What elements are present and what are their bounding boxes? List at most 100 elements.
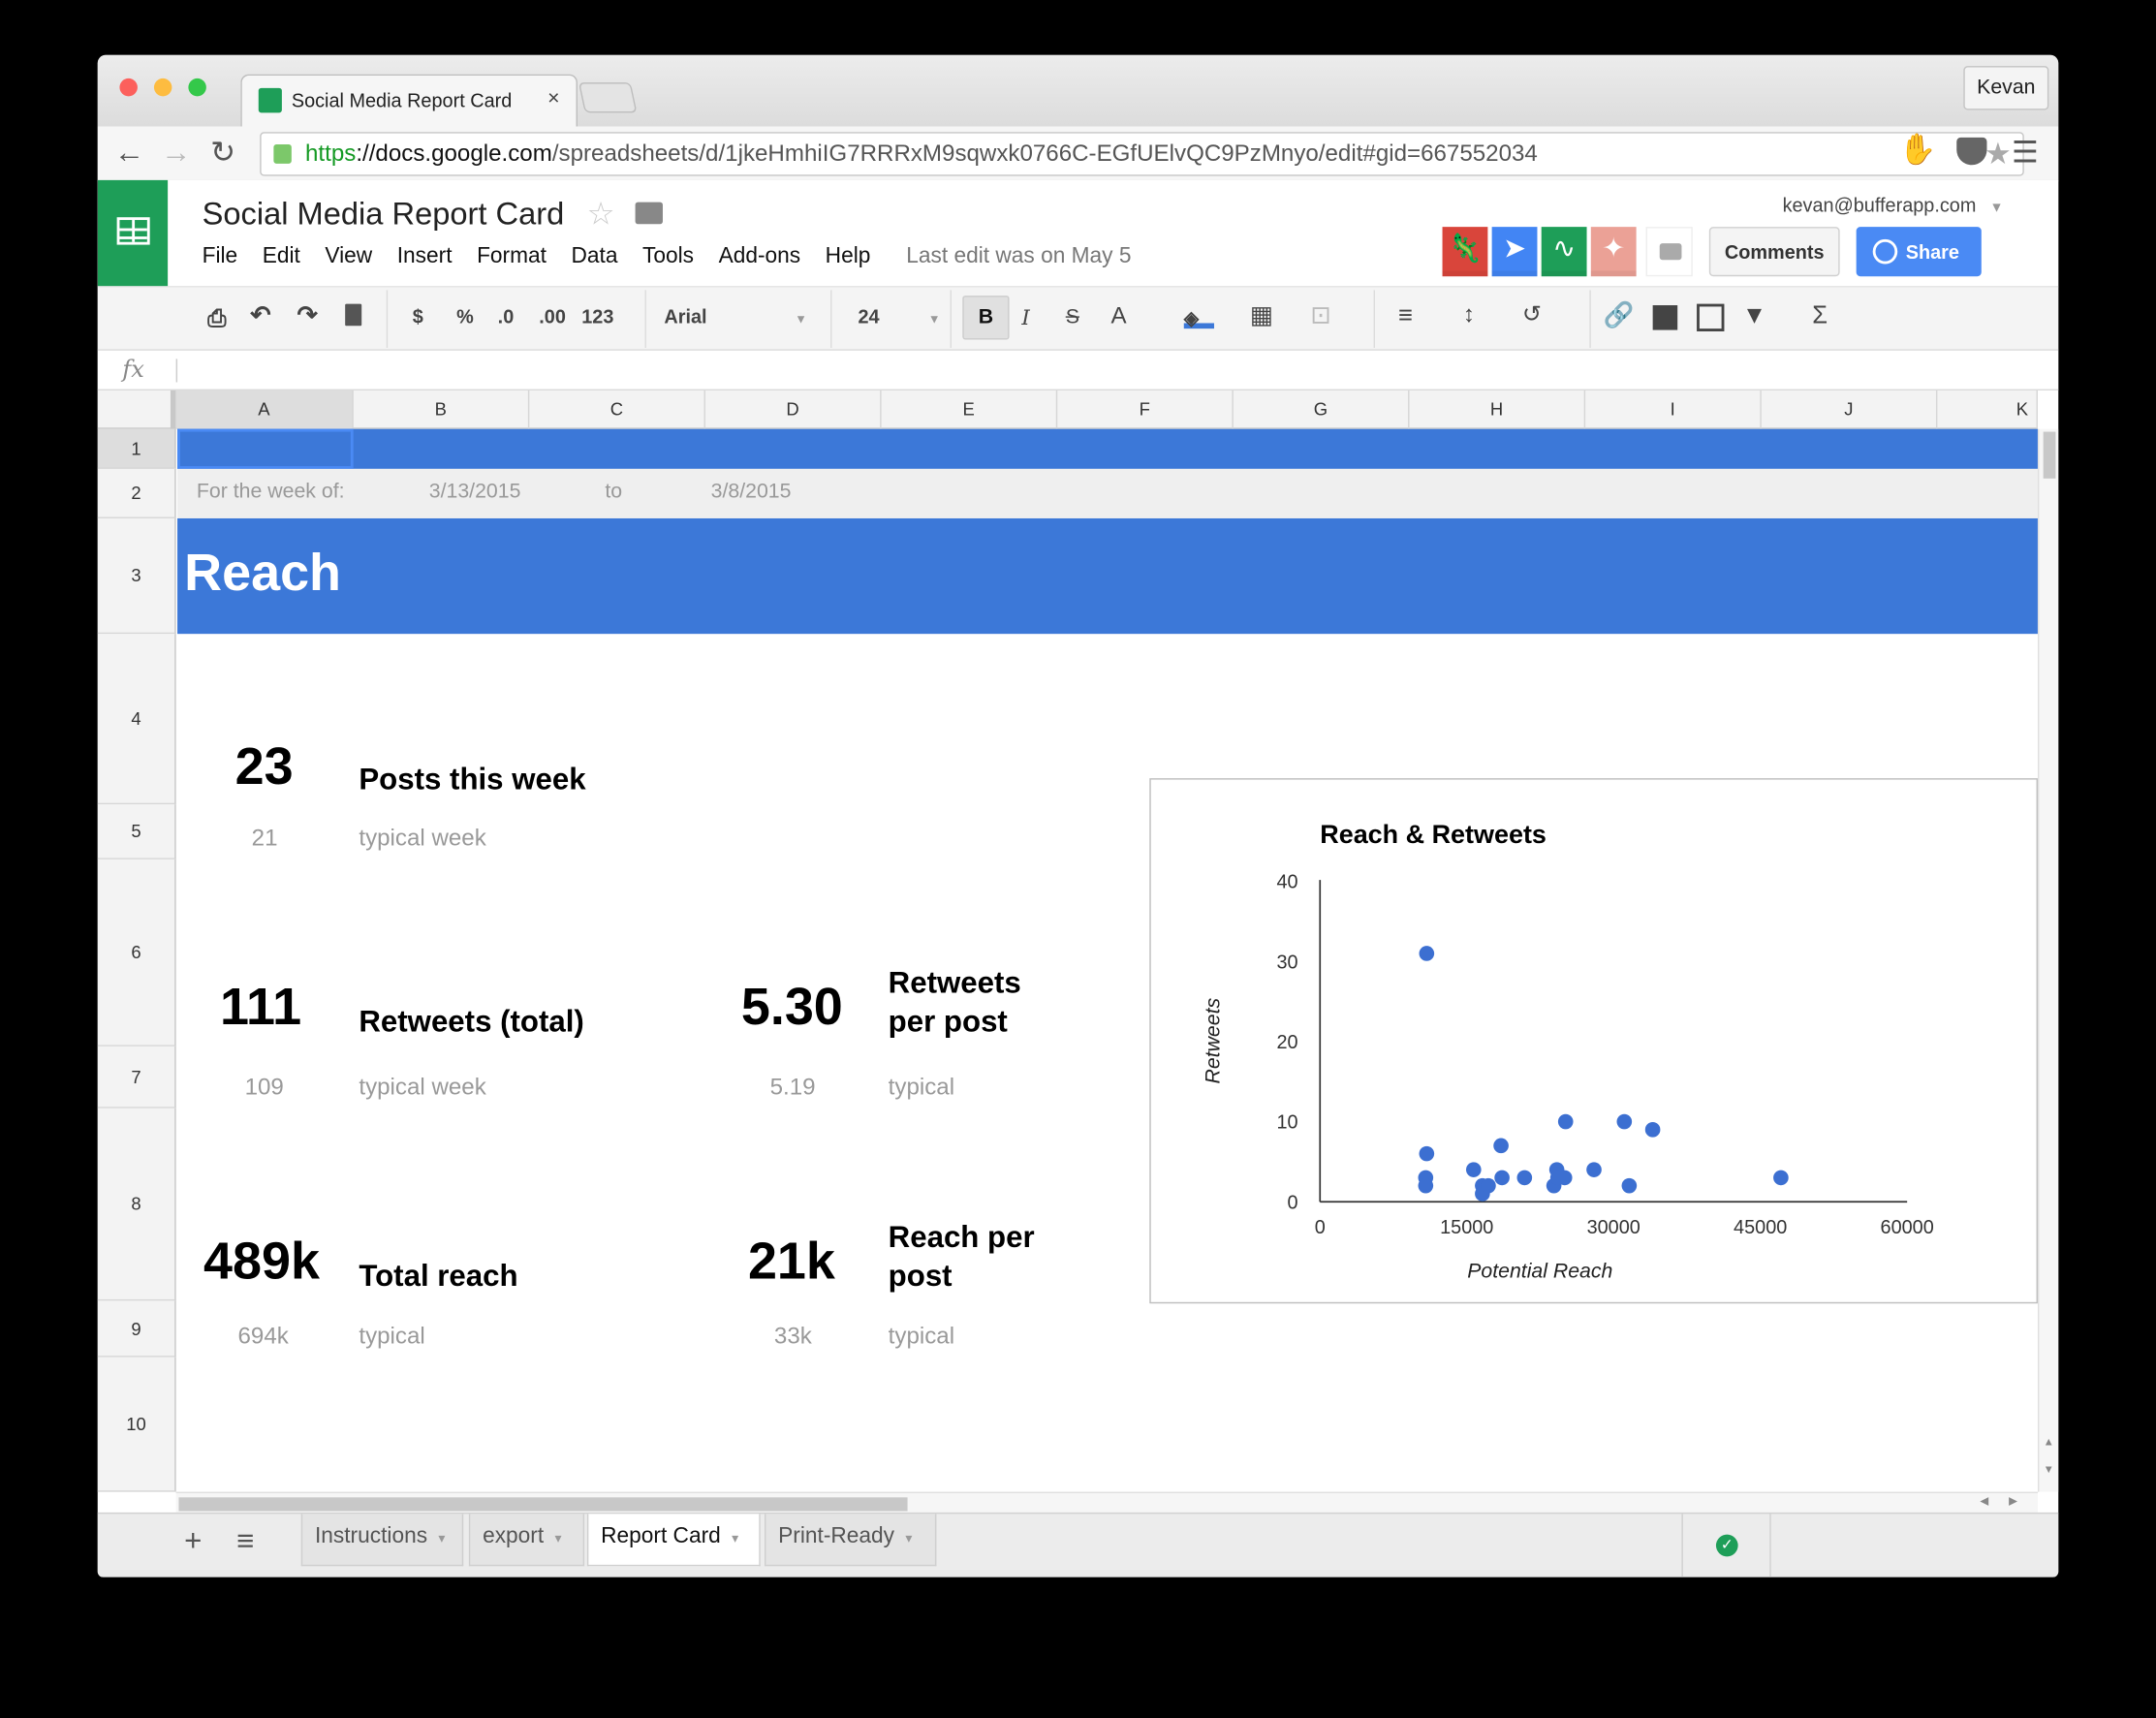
collaborator-avatar-snake-icon[interactable]: ∿ <box>1541 227 1587 277</box>
column-header-h[interactable]: H <box>1409 390 1586 429</box>
address-bar[interactable]: https://docs.google.com/spreadsheets/d/1… <box>260 132 2024 176</box>
data-point[interactable] <box>1644 1122 1661 1138</box>
menu-view[interactable]: View <box>325 245 372 270</box>
data-point[interactable] <box>1773 1170 1789 1186</box>
data-point[interactable] <box>1494 1170 1510 1186</box>
data-point[interactable] <box>1557 1113 1574 1130</box>
column-header-b[interactable]: B <box>354 390 530 429</box>
data-point[interactable] <box>1516 1170 1533 1186</box>
undo-icon[interactable]: ↶ <box>250 301 270 330</box>
vertical-align-icon[interactable]: ↕ <box>1463 301 1475 328</box>
menu-format[interactable]: Format <box>477 245 547 270</box>
date-to[interactable]: 3/8/2015 <box>711 480 792 503</box>
scroll-right-icon[interactable]: ▶ <box>2009 1494 2017 1507</box>
vertical-scrollbar[interactable]: ▲ ▼ <box>2037 428 2059 1492</box>
insert-comment-icon[interactable] <box>1652 305 1678 330</box>
horizontal-scrollbar[interactable]: ◀ ▶ <box>175 1491 2038 1513</box>
row-header-8[interactable]: 8 <box>97 1108 176 1301</box>
last-edit-link[interactable]: Last edit was on May 5 <box>906 245 1131 270</box>
menu-tools[interactable]: Tools <box>642 245 694 270</box>
collaborator-avatar-chameleon-icon[interactable]: 🦎 <box>1442 227 1488 277</box>
forward-icon[interactable]: → <box>161 135 191 171</box>
data-point[interactable] <box>1481 1177 1496 1194</box>
sheet-tab-report-card[interactable]: Report Card ▾ <box>586 1514 761 1567</box>
data-point[interactable] <box>1419 1145 1435 1162</box>
account-switcher[interactable]: kevan@bufferapp.com ▼ <box>1783 194 2004 216</box>
menu-addons[interactable]: Add-ons <box>719 245 801 270</box>
date-from[interactable]: 3/13/2015 <box>429 480 521 503</box>
bookmark-star-icon[interactable]: ★ <box>1984 134 2012 175</box>
horizontal-scroll-thumb[interactable] <box>178 1497 908 1512</box>
data-point[interactable] <box>1586 1162 1602 1177</box>
new-tab-button[interactable] <box>578 82 638 113</box>
chat-icon[interactable] <box>1645 227 1693 277</box>
selected-cell-a1[interactable] <box>177 428 354 469</box>
data-point[interactable] <box>1556 1170 1573 1186</box>
column-header-c[interactable]: C <box>529 390 705 429</box>
font-size-select[interactable]: 24 <box>858 305 879 328</box>
column-header-d[interactable]: D <box>705 390 882 429</box>
data-point[interactable] <box>1419 946 1435 961</box>
insert-chart-icon[interactable] <box>1697 303 1725 331</box>
font-select[interactable]: Arial <box>664 305 706 328</box>
functions-sigma-icon[interactable]: Σ <box>1812 301 1828 330</box>
folder-icon[interactable] <box>635 202 663 225</box>
merge-cells-icon[interactable]: ⊡ <box>1310 301 1330 330</box>
column-header-g[interactable]: G <box>1234 390 1410 429</box>
row-header-5[interactable]: 5 <box>97 804 176 859</box>
row-header-7[interactable]: 7 <box>97 1046 176 1109</box>
row-header-6[interactable]: 6 <box>97 859 176 1046</box>
column-header-a[interactable]: A <box>175 390 354 429</box>
data-point[interactable] <box>1621 1177 1638 1194</box>
menu-file[interactable]: File <box>203 245 238 270</box>
data-point[interactable] <box>1616 1113 1633 1130</box>
browser-tab[interactable]: Social Media Report Card × <box>240 74 578 127</box>
row-header-1[interactable]: 1 <box>97 428 176 469</box>
scroll-down-icon[interactable]: ▼ <box>2044 1463 2054 1476</box>
sheet-tab-instructions[interactable]: Instructions ▾ <box>300 1514 464 1567</box>
increase-decimal-button[interactable]: .00 <box>539 305 566 328</box>
redo-icon[interactable]: ↷ <box>297 301 318 330</box>
menu-insert[interactable]: Insert <box>397 245 453 270</box>
filter-icon[interactable]: ▼ <box>1742 301 1766 330</box>
menu-help[interactable]: Help <box>826 245 871 270</box>
comments-button[interactable]: Comments <box>1708 227 1840 277</box>
print-icon[interactable]: ⎙ <box>207 305 226 332</box>
insert-link-icon[interactable]: 🔗 <box>1604 301 1635 330</box>
add-sheet-button[interactable]: + <box>184 1523 202 1559</box>
sheet-tab-print-ready[interactable]: Print-Ready ▾ <box>764 1514 937 1567</box>
sheet-tab-export[interactable]: export ▾ <box>468 1514 585 1567</box>
all-sheets-list-icon[interactable]: ≡ <box>236 1523 254 1559</box>
row-header-9[interactable]: 9 <box>97 1300 176 1358</box>
scatter-chart[interactable]: Reach & Retweets Potential Reach Retweet… <box>1149 778 2038 1304</box>
row-header-2[interactable]: 2 <box>97 468 176 518</box>
currency-format-button[interactable]: $ <box>413 305 423 328</box>
back-icon[interactable]: ← <box>114 135 144 171</box>
adblock-icon[interactable]: ✋ <box>1899 132 1937 168</box>
paint-format-icon[interactable] <box>345 303 362 327</box>
fill-color-icon[interactable]: ◈ <box>1183 306 1214 329</box>
row-header-3[interactable]: 3 <box>97 517 176 635</box>
column-header-f[interactable]: F <box>1057 390 1234 429</box>
star-icon[interactable]: ☆ <box>587 195 615 231</box>
profile-button[interactable]: Kevan <box>1963 66 2049 110</box>
row-header-10[interactable]: 10 <box>97 1357 176 1492</box>
borders-icon[interactable]: ▦ <box>1250 301 1273 330</box>
sheets-logo[interactable] <box>97 179 169 287</box>
percent-format-button[interactable]: % <box>456 305 474 328</box>
row-1-header-band[interactable] <box>177 428 2038 469</box>
column-header-j[interactable]: J <box>1762 390 1938 429</box>
align-icon[interactable]: ≡ <box>1398 301 1413 330</box>
menu-data[interactable]: Data <box>572 245 618 270</box>
formula-bar[interactable]: fx <box>97 350 2059 390</box>
menu-edit[interactable]: Edit <box>263 245 300 270</box>
column-header-k[interactable]: K <box>1937 390 2038 429</box>
strikethrough-button[interactable]: S <box>1066 305 1079 328</box>
decrease-decimal-button[interactable]: .0 <box>498 305 515 328</box>
document-title[interactable]: Social Media Report Card <box>203 195 565 231</box>
more-formats-button[interactable]: 123 <box>581 305 613 328</box>
select-all-corner[interactable] <box>97 390 176 429</box>
data-point[interactable] <box>1418 1177 1434 1194</box>
close-window-button[interactable] <box>119 78 138 97</box>
vertical-scroll-thumb[interactable] <box>2043 431 2056 479</box>
